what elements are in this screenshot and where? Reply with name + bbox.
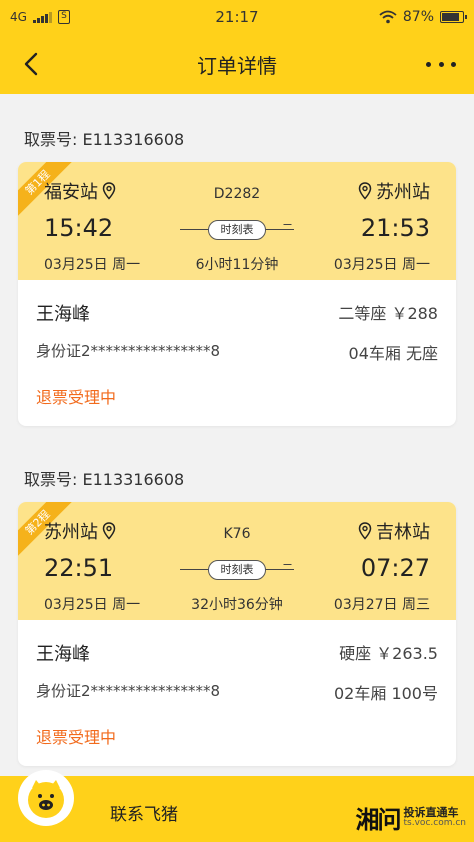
status-bar: 4G S 21:17 87% bbox=[0, 0, 474, 34]
car-seat-number: 02车厢 100号 bbox=[334, 684, 438, 703]
back-arrow-icon[interactable] bbox=[18, 50, 46, 78]
battery-percent: 87% bbox=[402, 9, 434, 25]
departure-time: 15:42 bbox=[44, 214, 114, 242]
fliggy-pig-avatar[interactable] bbox=[18, 770, 74, 826]
arrival-station-name: 苏州站 bbox=[376, 182, 430, 203]
more-menu-icon[interactable] bbox=[426, 52, 456, 76]
trip-summary: 第2程 苏州站 K76 吉林站 22:51 时刻表 07:27 03月25日 周… bbox=[18, 502, 456, 620]
passenger-info: 王海峰 二等座 ￥288 身份证2****************8 04车厢 … bbox=[18, 280, 456, 426]
refund-status[interactable]: 退票受理中 bbox=[36, 384, 116, 408]
voc-watermark: 湘问 投诉直通车 ts.voc.com.cn bbox=[356, 800, 466, 835]
nav-header: 订单详情 bbox=[0, 34, 474, 94]
arrival-date: 03月27日 周三 bbox=[333, 597, 430, 613]
ticket-number: 取票号: E113316608 bbox=[24, 130, 185, 149]
passenger-name: 王海峰 bbox=[36, 644, 90, 665]
network-type: 4G bbox=[10, 10, 27, 24]
passenger-name: 王海峰 bbox=[36, 304, 90, 325]
seat-class-price: 硬座 ￥263.5 bbox=[339, 644, 438, 663]
id-number: 身份证2****************8 bbox=[36, 342, 221, 360]
watermark-title: 投诉直通车 bbox=[403, 805, 459, 819]
battery-icon bbox=[440, 11, 467, 23]
seat-class-price: 二等座 ￥288 bbox=[338, 304, 438, 323]
order-card: 第2程 苏州站 K76 吉林站 22:51 时刻表 07:27 03月25日 周… bbox=[18, 502, 456, 766]
trip-summary: 第1程 福安站 D2282 苏州站 15:42 时刻表 21:53 03月25日… bbox=[18, 162, 456, 280]
watermark-logo: 湘问 bbox=[355, 805, 402, 834]
arrival-station[interactable]: 苏州站 bbox=[358, 178, 430, 204]
page-title: 订单详情 bbox=[197, 53, 277, 78]
watermark-url: ts.voc.com.cn bbox=[403, 817, 466, 828]
refund-status[interactable]: 退票受理中 bbox=[36, 724, 116, 748]
arrival-station[interactable]: 吉林站 bbox=[358, 518, 430, 544]
timetable-button[interactable]: 时刻表 bbox=[208, 220, 266, 240]
car-seat-number: 04车厢 无座 bbox=[348, 344, 438, 363]
id-number: 身份证2****************8 bbox=[36, 682, 221, 700]
passenger-info: 王海峰 硬座 ￥263.5 身份证2****************8 02车厢… bbox=[18, 620, 456, 766]
pig-mascot-icon bbox=[28, 780, 64, 818]
timetable-button[interactable]: 时刻表 bbox=[208, 560, 266, 580]
footer-bar: 联系飞猪 湘问 投诉直通车 ts.voc.com.cn bbox=[0, 770, 474, 842]
arrival-time: 21:53 bbox=[360, 214, 430, 242]
wifi-icon bbox=[379, 10, 397, 24]
location-pin-icon bbox=[358, 182, 372, 200]
contact-fliggy-button[interactable]: 联系飞猪 bbox=[110, 800, 178, 825]
arrival-date: 03月25日 周一 bbox=[333, 257, 430, 273]
location-pin-icon bbox=[358, 522, 372, 540]
ticket-number: 取票号: E113316608 bbox=[24, 470, 185, 489]
clock: 21:17 bbox=[215, 8, 259, 26]
signal-icon bbox=[32, 11, 52, 23]
sim-icon: S bbox=[57, 10, 70, 24]
arrival-time: 07:27 bbox=[360, 554, 430, 582]
departure-time: 22:51 bbox=[44, 554, 114, 582]
arrival-station-name: 吉林站 bbox=[376, 522, 430, 543]
order-card: 第1程 福安站 D2282 苏州站 15:42 时刻表 21:53 03月25日… bbox=[18, 162, 456, 426]
